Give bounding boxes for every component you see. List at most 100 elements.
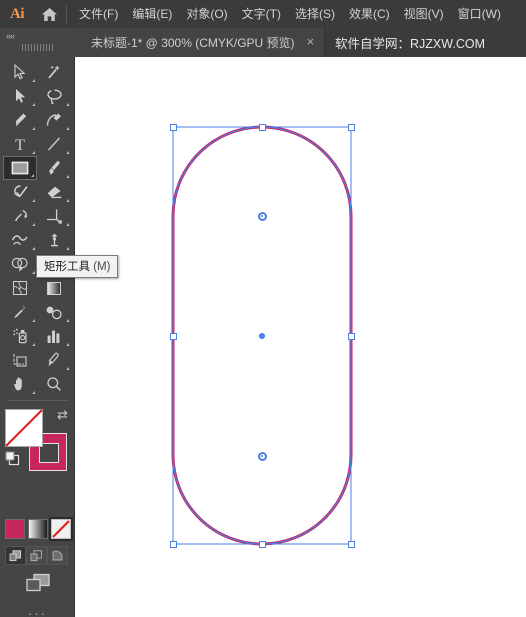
- tool-flyout-indicator: [32, 319, 35, 322]
- tool-row: [3, 84, 72, 108]
- zoom-tool[interactable]: [37, 372, 71, 396]
- tool-flyout-indicator: [32, 127, 35, 130]
- tool-row: [3, 348, 72, 372]
- lasso-tool[interactable]: [37, 84, 71, 108]
- handle-top-right[interactable]: [347, 123, 355, 131]
- tool-flyout-indicator: [66, 175, 69, 178]
- home-icon[interactable]: [34, 0, 64, 28]
- curvature-tool[interactable]: [37, 108, 71, 132]
- toolbar-drag-grip[interactable]: [22, 44, 54, 51]
- draw-inside-button[interactable]: [47, 546, 68, 565]
- tool-row: [3, 324, 72, 348]
- menu-window[interactable]: 窗口(W): [451, 0, 508, 28]
- hand-tool[interactable]: [3, 372, 37, 396]
- artboard-tool[interactable]: [3, 348, 37, 372]
- draw-behind-button[interactable]: [26, 546, 47, 565]
- corner-radius-widget-top[interactable]: [257, 211, 267, 221]
- magic-wand-tool[interactable]: [37, 60, 71, 84]
- handle-middle-left[interactable]: [169, 332, 177, 340]
- app-logo-icon: Ai: [10, 5, 25, 22]
- tool-flyout-indicator: [32, 247, 35, 250]
- tool-flyout-indicator: [32, 223, 35, 226]
- handle-bottom-center[interactable]: [258, 540, 266, 548]
- illustrator-window: Ai 文件(F) 编辑(E) 对象(O) 文字(T) 选择(S) 效果(C) 视…: [0, 0, 526, 617]
- menu-file[interactable]: 文件(F): [72, 0, 125, 28]
- gradient-mode-button[interactable]: [28, 519, 48, 539]
- document-tab-bar: «« 未标题-1* @ 300% (CMYK/GPU 预览) × 软件自学网：R…: [0, 28, 526, 57]
- tool-row: [3, 156, 72, 180]
- handle-bottom-left[interactable]: [169, 540, 177, 548]
- shape-builder-tool[interactable]: [3, 252, 37, 276]
- menu-effect[interactable]: 效果(C): [342, 0, 397, 28]
- tool-flyout-indicator: [66, 367, 69, 370]
- tooltip-label: 矩形工具: [44, 261, 90, 273]
- tool-flyout-indicator: [32, 199, 35, 202]
- more-tools-icon[interactable]: ···: [28, 606, 47, 617]
- tool-flyout-indicator: [66, 103, 69, 106]
- menu-edit[interactable]: 编辑(E): [125, 0, 179, 28]
- menu-type[interactable]: 文字(T): [235, 0, 288, 28]
- tool-flyout-indicator: [32, 151, 35, 154]
- tool-flyout-indicator: [66, 199, 69, 202]
- close-icon[interactable]: ×: [295, 35, 325, 50]
- menu-divider: [66, 5, 67, 23]
- tool-grid: T: [3, 60, 72, 405]
- tool-row: [3, 372, 72, 396]
- screen-mode-icon[interactable]: [25, 573, 51, 598]
- toolbar-header: ««: [0, 28, 75, 57]
- tool-flyout-indicator: [32, 391, 35, 394]
- default-fill-stroke-icon[interactable]: [5, 451, 20, 466]
- handle-bottom-right[interactable]: [347, 540, 355, 548]
- type-tool[interactable]: T: [3, 132, 37, 156]
- tool-flyout-indicator: [66, 151, 69, 154]
- handle-middle-right[interactable]: [347, 332, 355, 340]
- shape-center-point: [259, 333, 265, 339]
- tool-flyout-indicator: [32, 79, 35, 82]
- column-graph-tool[interactable]: [37, 324, 71, 348]
- menu-view[interactable]: 视图(V): [397, 0, 451, 28]
- swap-fill-stroke-icon[interactable]: ⇄: [57, 407, 68, 423]
- handle-top-left[interactable]: [169, 123, 177, 131]
- slice-tool[interactable]: [37, 348, 71, 372]
- menu-bar: Ai 文件(F) 编辑(E) 对象(O) 文字(T) 选择(S) 效果(C) 视…: [0, 0, 526, 28]
- corner-radius-widget-bottom[interactable]: [257, 451, 267, 461]
- tool-flyout-indicator: [66, 343, 69, 346]
- rotate-tool[interactable]: [3, 204, 37, 228]
- eraser-tool[interactable]: [37, 180, 71, 204]
- pen-tool[interactable]: [3, 108, 37, 132]
- direct-selection-tool[interactable]: [3, 84, 37, 108]
- line-segment-tool[interactable]: [37, 132, 71, 156]
- scale-tool[interactable]: [37, 204, 71, 228]
- fill-swatch[interactable]: [5, 409, 43, 447]
- tool-flyout-indicator: [32, 271, 35, 274]
- none-slash-icon: [5, 409, 43, 447]
- tool-flyout-indicator: [32, 103, 35, 106]
- tool-row: T: [3, 132, 72, 156]
- menu-select[interactable]: 选择(S): [288, 0, 342, 28]
- free-transform-tool[interactable]: [37, 228, 71, 252]
- gradient-tool[interactable]: [37, 276, 71, 300]
- menu-object[interactable]: 对象(O): [179, 0, 234, 28]
- width-tool[interactable]: [3, 228, 37, 252]
- vector-artwork: [171, 125, 353, 546]
- symbol-sprayer-tool[interactable]: [3, 324, 37, 348]
- draw-normal-button[interactable]: [5, 546, 26, 565]
- tool-flyout-indicator: [31, 174, 34, 177]
- selection-tool[interactable]: [3, 60, 37, 84]
- color-mode-button[interactable]: [5, 519, 25, 539]
- none-mode-button[interactable]: [49, 517, 73, 541]
- document-tab[interactable]: 未标题-1* @ 300% (CMYK/GPU 预览) ×: [75, 28, 326, 57]
- blend-tool[interactable]: [37, 300, 71, 324]
- collapse-panel-icon[interactable]: ««: [6, 31, 15, 41]
- rectangle-tool[interactable]: [3, 156, 37, 180]
- tool-flyout-indicator: [66, 319, 69, 322]
- tooltip-shortcut: (M): [93, 261, 111, 273]
- mesh-tool[interactable]: [3, 276, 37, 300]
- paintbrush-tool[interactable]: [37, 156, 71, 180]
- eyedropper-tool[interactable]: [3, 300, 37, 324]
- handle-top-center[interactable]: [258, 123, 266, 131]
- shaper-tool[interactable]: [3, 180, 37, 204]
- document-tab-title: 未标题-1* @ 300% (CMYK/GPU 预览): [91, 36, 295, 50]
- artboard-canvas[interactable]: [75, 57, 526, 617]
- tool-flyout-indicator: [32, 343, 35, 346]
